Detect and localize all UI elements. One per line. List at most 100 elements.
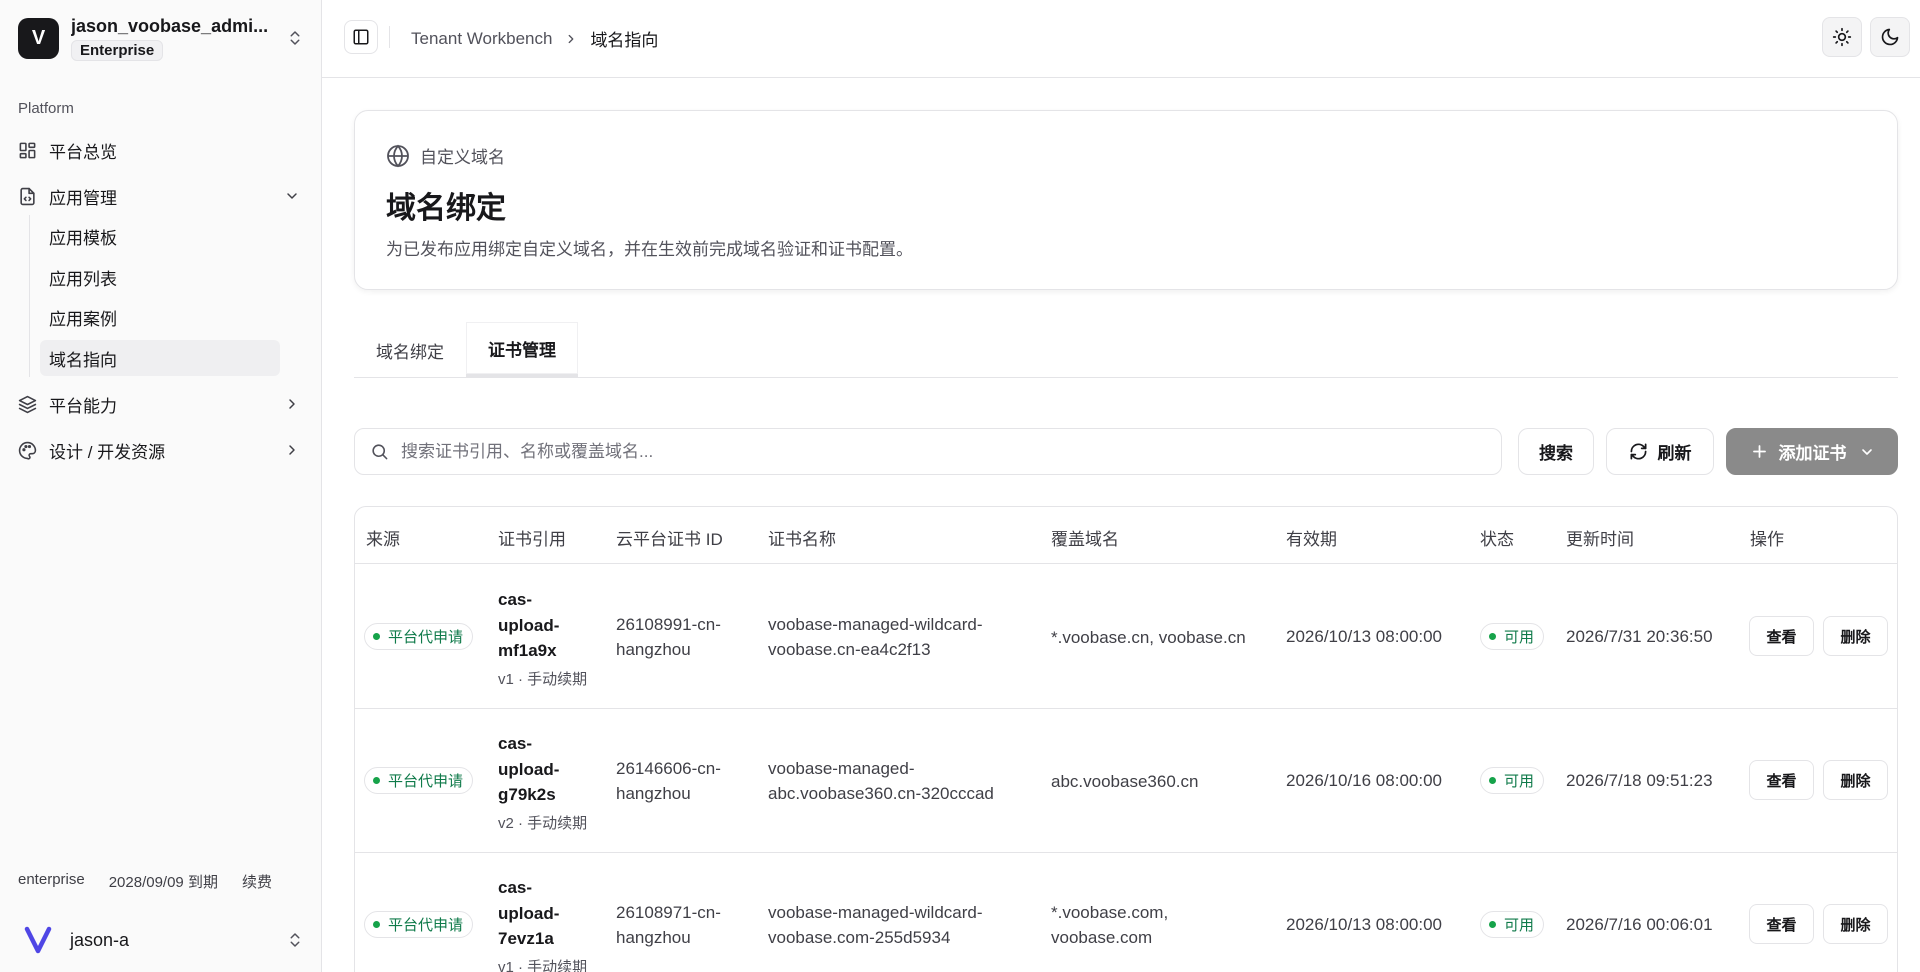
cell-line: voobase-managed-wildcard- xyxy=(768,903,983,922)
cell-line: 26108991-cn- xyxy=(616,615,721,634)
chevron-down-icon xyxy=(287,193,297,199)
sidebar-item-label: 平台总览 xyxy=(49,142,117,162)
cell-line: voobase.com-255d5934 xyxy=(768,928,951,947)
sidebar-toggle-button[interactable] xyxy=(344,20,378,54)
cloud-certificate-id: 26108991-cn-hangzhou xyxy=(616,612,721,662)
user-menu[interactable]: jason-a xyxy=(18,918,304,962)
column-header: 来源 xyxy=(366,530,400,549)
delete-button[interactable]: 删除 xyxy=(1823,904,1888,944)
status-badge: 可用 xyxy=(1480,911,1545,938)
status-label: 可用 xyxy=(1504,629,1535,646)
tab-domain-binding[interactable]: 域名绑定 xyxy=(354,322,466,378)
sidebar-item-design-resources[interactable]: 设计 / 开发资源 xyxy=(18,432,304,468)
certificate-version: v1 · 手动续期 xyxy=(498,958,588,972)
cell-line: g79k2s xyxy=(498,785,556,804)
page-description: 为已发布应用绑定自定义域名，并在生效前完成域名验证和证书配置。 xyxy=(386,240,913,259)
delete-button[interactable]: 删除 xyxy=(1823,760,1888,800)
plus-icon xyxy=(1752,445,1766,458)
cloud-certificate-id: 26146606-cn-hangzhou xyxy=(616,756,721,806)
column-header: 操作 xyxy=(1750,530,1784,549)
source-badge: 平台代申请 xyxy=(364,767,474,794)
dark-theme-button[interactable] xyxy=(1870,17,1910,57)
certificate-name: voobase-managed-wildcard-voobase.com-255… xyxy=(768,900,983,950)
column-header: 状态 xyxy=(1480,530,1514,549)
search-button[interactable]: 搜索 xyxy=(1518,428,1594,475)
certificate-ref[interactable]: cas-upload-g79k2s xyxy=(498,731,559,808)
sidebar-subitem-domain-pointing[interactable]: 域名指向 xyxy=(40,340,280,376)
column-header: 更新时间 xyxy=(1566,530,1634,549)
cell-line: *.voobase.com, xyxy=(1051,903,1169,922)
sidebar: V jason_voobase_admi... Enterprise Platf… xyxy=(0,0,322,972)
certificate-ref[interactable]: cas-upload-mf1a9x xyxy=(498,587,559,664)
certificate-table: 来源 证书引用 云平台证书 ID 证书名称 覆盖域名 有效期 状态 更新时间 操… xyxy=(354,506,1898,972)
status-label: 可用 xyxy=(1504,773,1535,790)
cell-line: 26146606-cn- xyxy=(616,759,721,778)
cell-line: upload- xyxy=(498,615,560,635)
view-button[interactable]: 查看 xyxy=(1749,904,1814,944)
cell-line: 26108971-cn- xyxy=(616,903,721,922)
table-row: 平台代申请 cas-upload-g79k2s v2 · 手动续期 261466… xyxy=(355,709,1897,853)
tab-bar: 域名绑定 证书管理 xyxy=(354,322,1898,378)
moon-icon xyxy=(1881,28,1899,46)
view-button[interactable]: 查看 xyxy=(1749,616,1814,656)
nav-group-label: Platform xyxy=(18,100,74,117)
palette-icon xyxy=(18,441,37,460)
tab-certificate-management[interactable]: 证书管理 xyxy=(466,322,578,378)
eyebrow-label: 自定义域名 xyxy=(420,148,505,167)
breadcrumb-root[interactable]: Tenant Workbench xyxy=(411,29,552,49)
divider xyxy=(389,26,390,48)
sidebar-item-overview[interactable]: 平台总览 xyxy=(18,132,304,168)
cell-line: upload- xyxy=(498,903,560,923)
sidebar-subitem-app-cases[interactable]: 应用案例 xyxy=(40,299,280,335)
certificate-version: v1 · 手动续期 xyxy=(498,670,588,688)
refresh-label: 刷新 xyxy=(1657,444,1692,463)
top-bar: Tenant Workbench 域名指向 xyxy=(322,0,1920,78)
chevrons-up-down-icon xyxy=(290,933,300,947)
page-eyebrow: 自定义域名 xyxy=(386,143,505,168)
updated-time: 2026/7/18 09:51:23 xyxy=(1566,771,1713,790)
cell-line: hangzhou xyxy=(616,640,691,659)
user-name: jason-a xyxy=(70,929,130,950)
sidebar-subitem-app-list[interactable]: 应用列表 xyxy=(40,259,280,295)
panel-left-icon xyxy=(353,29,369,45)
source-label: 平台代申请 xyxy=(388,629,464,646)
breadcrumb: Tenant Workbench 域名指向 xyxy=(411,26,658,51)
sidebar-subitem-app-templates[interactable]: 应用模板 xyxy=(40,218,280,254)
workspace-logo: V xyxy=(18,17,59,59)
certificate-ref[interactable]: cas-upload- 7evz1a xyxy=(498,875,559,952)
breadcrumb-current: 域名指向 xyxy=(590,31,659,50)
delete-button[interactable]: 删除 xyxy=(1823,616,1888,656)
status-dot xyxy=(373,777,380,784)
cell-line: voobase.com xyxy=(1051,928,1153,947)
status-dot xyxy=(373,633,380,640)
file-code-icon xyxy=(20,187,35,205)
chevrons-up-down-icon xyxy=(290,31,300,45)
light-theme-button[interactable] xyxy=(1822,17,1862,57)
add-certificate-button[interactable]: 添加证书 xyxy=(1726,428,1898,475)
certificate-version: v2 · 手动续期 xyxy=(498,814,588,832)
sun-icon xyxy=(1832,27,1852,47)
cell-line: hangzhou xyxy=(616,928,691,947)
sidebar-item-label: 设计 / 开发资源 xyxy=(49,442,166,462)
sidebar-item-capabilities[interactable]: 平台能力 xyxy=(18,386,304,422)
search-input[interactable] xyxy=(401,441,1501,462)
workspace-switcher[interactable]: V jason_voobase_admi... Enterprise xyxy=(18,16,304,61)
subscription-info: enterprise 2028/09/09 到期 续费 xyxy=(18,871,296,892)
cell-line: cas- xyxy=(498,734,533,753)
renew-link[interactable]: 续费 xyxy=(242,871,272,892)
table-header: 来源 证书引用 云平台证书 ID 证书名称 覆盖域名 有效期 状态 更新时间 操… xyxy=(355,507,1897,564)
cell-line: abc.voobase360.cn-320cccad xyxy=(768,784,994,803)
updated-time: 2026/7/31 20:36:50 xyxy=(1566,627,1713,646)
refresh-button[interactable]: 刷新 xyxy=(1606,428,1714,475)
status-dot xyxy=(1489,777,1496,784)
sidebar-item-label: 应用管理 xyxy=(49,188,117,208)
sidebar-item-app-management[interactable]: 应用管理 xyxy=(18,178,304,214)
chevron-down-icon xyxy=(1861,448,1872,455)
sidebar-item-label: 平台能力 xyxy=(49,396,117,416)
validity-date: 2026/10/13 08:00:00 xyxy=(1286,627,1442,646)
page-title: 域名绑定 xyxy=(386,192,506,225)
status-dot xyxy=(373,921,380,928)
search-box[interactable] xyxy=(354,428,1502,475)
certificate-name: voobase-managed-abc.voobase360.cn-320ccc… xyxy=(768,756,994,806)
view-button[interactable]: 查看 xyxy=(1749,760,1814,800)
